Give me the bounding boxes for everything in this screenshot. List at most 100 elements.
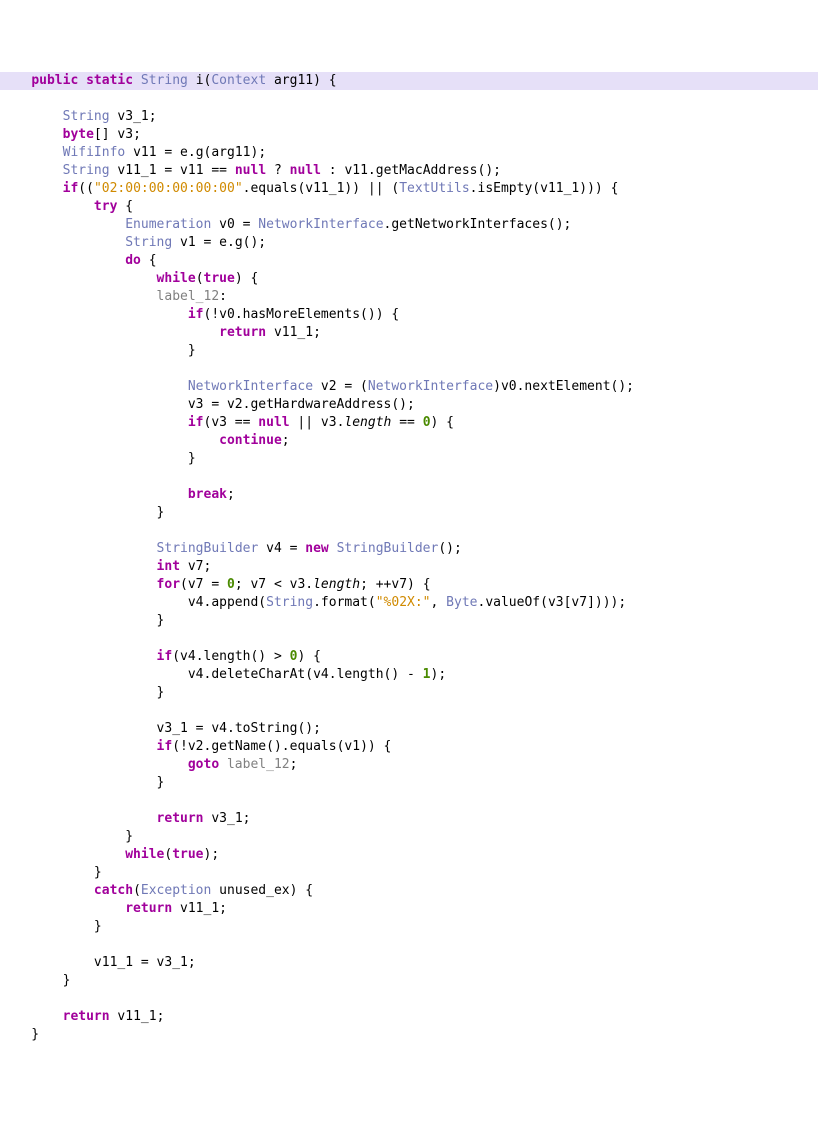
id-v4: v4	[188, 667, 204, 682]
id-v11: v11	[180, 163, 203, 178]
kw-public: public	[31, 73, 78, 88]
var-v2: v2	[321, 379, 337, 394]
num-1: 1	[423, 667, 431, 682]
num-0: 0	[290, 649, 298, 664]
call-format: format	[321, 595, 368, 610]
kw-byte: byte	[63, 127, 94, 142]
kw-return: return	[219, 325, 266, 340]
id-e: e	[180, 145, 188, 160]
code-block: public static String i(Context arg11) { …	[0, 72, 818, 1044]
id-arg11: arg11	[211, 145, 250, 160]
type-string: String	[125, 235, 172, 250]
call-append: append	[211, 595, 258, 610]
var-v3: v3	[117, 127, 133, 142]
kw-break: break	[188, 487, 227, 502]
type-ni: NetworkInterface	[368, 379, 493, 394]
call-hasmore: hasMoreElements	[243, 307, 360, 322]
call-tostring: toString	[235, 721, 298, 736]
num-0: 0	[423, 415, 431, 430]
kw-if: if	[188, 307, 204, 322]
kw-if: if	[188, 415, 204, 430]
kw-continue: continue	[219, 433, 282, 448]
call-isempty: isEmpty	[478, 181, 533, 196]
kw-return: return	[125, 901, 172, 916]
call-valueof: valueOf	[485, 595, 540, 610]
call-length: length	[337, 667, 384, 682]
id-v11_1: v11_1	[117, 1009, 156, 1024]
kw-true: true	[204, 271, 235, 286]
type-enum: Enumeration	[125, 217, 211, 232]
var-v11: v11	[133, 145, 156, 160]
id-v7: v7	[188, 577, 204, 592]
var-v0: v0	[219, 217, 235, 232]
type-string: String	[141, 73, 188, 88]
call-length: length	[204, 649, 251, 664]
id-v4: v4	[180, 649, 196, 664]
kw-do: do	[125, 253, 141, 268]
var-v1: v1	[180, 235, 196, 250]
call-nextel: nextElement	[524, 379, 610, 394]
id-v11_1: v11_1	[94, 955, 133, 970]
kw-null: null	[290, 163, 321, 178]
id-v11_1: v11_1	[180, 901, 219, 916]
kw-while: while	[157, 271, 196, 286]
kw-true: true	[172, 847, 203, 862]
kw-new: new	[305, 541, 328, 556]
id-v3: v3	[321, 415, 337, 430]
type-context: Context	[211, 73, 266, 88]
id-v3: v3	[548, 595, 564, 610]
type-string: String	[63, 163, 110, 178]
id-v7: v7	[571, 595, 587, 610]
call-g: g	[235, 235, 243, 250]
id-v0: v0	[501, 379, 517, 394]
kw-for: for	[157, 577, 180, 592]
type-wifiinfo: WifiInfo	[63, 145, 126, 160]
kw-try: try	[94, 199, 117, 214]
kw-if: if	[63, 181, 79, 196]
type-sb: StringBuilder	[337, 541, 439, 556]
type-exception: Exception	[141, 883, 211, 898]
id-unusedex: unused_ex	[219, 883, 289, 898]
call-getmac: getMacAddress	[376, 163, 478, 178]
param-arg11: arg11	[274, 73, 313, 88]
id-v2: v2	[188, 739, 204, 754]
id-v7: v7	[391, 577, 407, 592]
num-0: 0	[227, 577, 235, 592]
kw-catch: catch	[94, 883, 133, 898]
call-equals: equals	[250, 181, 297, 196]
id-v7: v7	[250, 577, 266, 592]
id-v11: v11	[344, 163, 367, 178]
id-v3: v3	[188, 397, 204, 412]
kw-int: int	[157, 559, 180, 574]
id-v4: v4	[188, 595, 204, 610]
call-gethw: getHardwareAddress	[250, 397, 391, 412]
type-ni: NetworkInterface	[188, 379, 313, 394]
method-name: i	[196, 73, 204, 88]
id-v2: v2	[227, 397, 243, 412]
call-equals: equals	[290, 739, 337, 754]
id-v0: v0	[219, 307, 235, 322]
id-v1: v1	[344, 739, 360, 754]
field-length: length	[344, 415, 391, 430]
string-fmt: "%02X:"	[376, 595, 431, 610]
kw-if: if	[157, 649, 173, 664]
type-sb: StringBuilder	[157, 541, 259, 556]
field-length: length	[313, 577, 360, 592]
id-v11_1: v11_1	[305, 181, 344, 196]
id-v3_1: v3_1	[211, 811, 242, 826]
kw-return: return	[157, 811, 204, 826]
label-12: label_12	[157, 289, 220, 304]
var-v3_1: v3_1	[117, 109, 148, 124]
id-e: e	[219, 235, 227, 250]
kw-goto: goto	[188, 757, 219, 772]
type-string: String	[266, 595, 313, 610]
kw-static: static	[86, 73, 133, 88]
string-mac: "02:00:00:00:00:00"	[94, 181, 243, 196]
kw-return: return	[63, 1009, 110, 1024]
type-textutils: TextUtils	[399, 181, 469, 196]
id-v11_1: v11_1	[540, 181, 579, 196]
type-ni: NetworkInterface	[258, 217, 383, 232]
var-v4: v4	[266, 541, 282, 556]
type-byte: Byte	[446, 595, 477, 610]
kw-if: if	[157, 739, 173, 754]
